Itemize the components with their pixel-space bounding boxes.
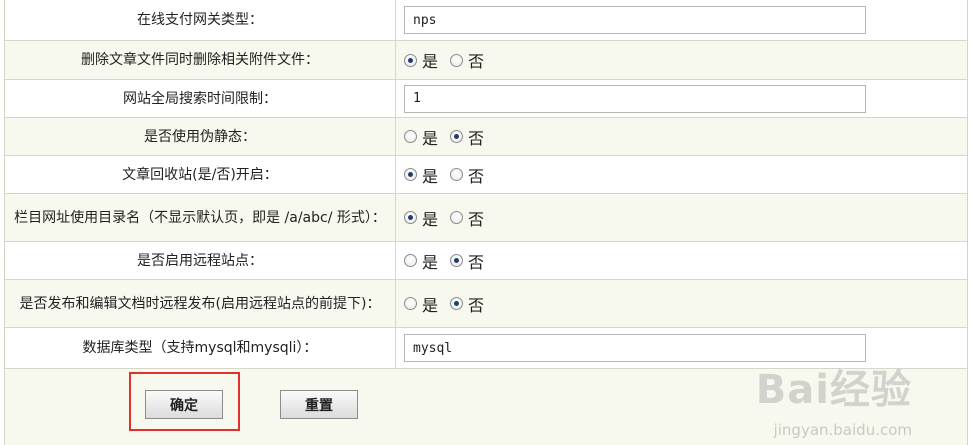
pseudo-static-radio-group: 是 否 [404,125,496,149]
radio-button[interactable] [450,53,464,67]
radio-label: 否 [468,128,485,148]
setting-label: 是否启用远程站点： [5,242,396,279]
setting-label: 在线支付网关类型： [5,0,396,40]
radio-label: 是 [422,166,439,186]
setting-row-pseudo-static: 是否使用伪静态： 是 否 [5,118,967,156]
radio-option-yes[interactable]: 是 [404,48,438,72]
radio-button[interactable] [450,168,464,181]
setting-row-remote-site: 是否启用远程站点： 是 否 [5,242,967,280]
radio-label: 否 [468,209,485,229]
radio-label: 是 [422,52,439,71]
remote-publish-radio-group: 是 否 [404,292,496,316]
radio-button[interactable] [450,211,464,224]
radio-button-checked[interactable] [404,53,417,67]
radio-option-yes[interactable]: 是 [404,249,438,273]
settings-table: 在线支付网关类型： nps 删除文章文件同时删除相关附件文件： 是 否 网站全局… [4,0,968,445]
setting-row-payment-gateway: 在线支付网关类型： nps [5,0,967,41]
radio-label: 是 [422,295,439,315]
reset-button[interactable]: 重置 [280,390,358,419]
radio-label: 否 [468,252,485,272]
setting-label: 是否使用伪静态： [5,118,396,155]
radio-option-no[interactable]: 否 [450,249,484,273]
setting-label: 数据库类型（支持mysql和mysqli）： [5,328,396,368]
column-dirname-radio-group: 是 否 [404,206,496,230]
baidu-jingyan-logo: Bai经验 [755,367,912,413]
setting-label: 删除文章文件同时删除相关附件文件： [5,41,396,79]
radio-option-yes[interactable]: 是 [404,125,438,149]
radio-option-yes[interactable]: 是 [404,163,438,187]
recycle-bin-radio-group: 是 否 [404,163,496,187]
setting-row-column-dirname: 栏目网址使用目录名（不显示默认页，即是 /a/abc/ 形式）： 是 否 [5,194,967,242]
form-footer: 确定 重置 Bai经验 jingyan.baidu.com [5,367,967,445]
radio-button-checked[interactable] [450,254,464,267]
radio-button-checked[interactable] [404,211,417,224]
radio-label: 是 [422,209,439,229]
radio-button[interactable] [404,130,417,143]
radio-label: 否 [468,166,485,186]
setting-label: 文章回收站(是/否)开启： [5,156,396,193]
search-time-limit-input[interactable]: 1 [404,84,866,113]
payment-gateway-input[interactable]: nps [404,6,866,34]
setting-label: 网站全局搜索时间限制： [5,80,396,117]
delete-attachments-radio-group: 是 否 [404,48,496,72]
radio-option-no[interactable]: 否 [450,292,484,316]
confirm-button[interactable]: 确定 [145,390,223,419]
setting-label: 是否发布和编辑文档时远程发布(启用远程站点的前提下)： [5,280,396,327]
radio-option-no[interactable]: 否 [450,206,484,230]
radio-button[interactable] [404,297,417,310]
setting-row-delete-attachments: 删除文章文件同时删除相关附件文件： 是 否 [5,41,967,80]
radio-option-yes[interactable]: 是 [404,206,438,230]
setting-row-recycle-bin: 文章回收站(是/否)开启： 是 否 [5,156,967,194]
radio-option-no[interactable]: 否 [450,125,484,149]
radio-label: 是 [422,252,439,272]
radio-button-checked[interactable] [450,130,464,143]
radio-label: 是 [422,128,439,148]
setting-row-remote-publish: 是否发布和编辑文档时远程发布(启用远程站点的前提下)： 是 否 [5,280,967,328]
radio-button[interactable] [404,254,417,267]
setting-row-search-time-limit: 网站全局搜索时间限制： 1 [5,80,967,118]
remote-site-radio-group: 是 否 [404,249,496,273]
radio-button-checked[interactable] [404,168,417,181]
radio-option-no[interactable]: 否 [450,48,484,72]
radio-option-no[interactable]: 否 [450,163,484,187]
radio-button-checked[interactable] [450,297,464,310]
radio-label: 否 [468,52,485,71]
watermark-url: jingyan.baidu.com [773,421,912,439]
radio-label: 否 [468,295,485,315]
setting-label: 栏目网址使用目录名（不显示默认页，即是 /a/abc/ 形式）： [5,194,396,241]
radio-option-yes[interactable]: 是 [404,292,438,316]
